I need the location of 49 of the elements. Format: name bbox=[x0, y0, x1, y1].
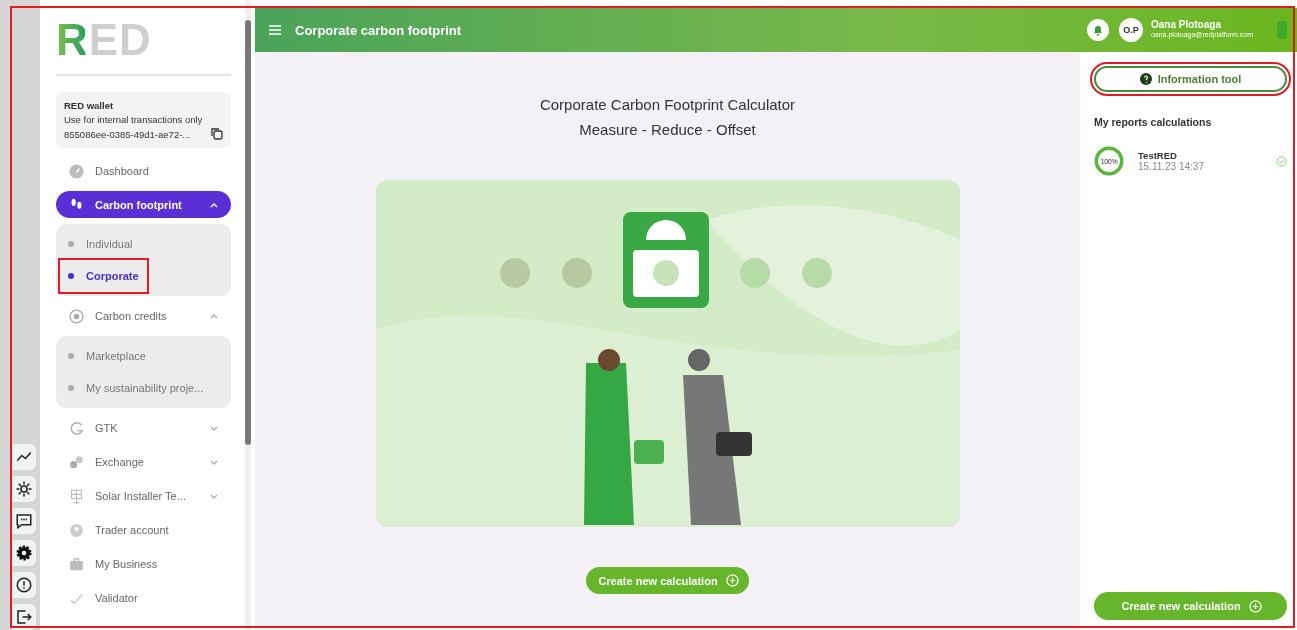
nav-item[interactable]: Exchange bbox=[56, 445, 231, 479]
report-date: 15.11.23 14:37 bbox=[1138, 161, 1205, 172]
copy-icon[interactable] bbox=[211, 128, 223, 140]
target-icon bbox=[68, 307, 85, 325]
nav-item[interactable]: Dashboard bbox=[56, 154, 231, 188]
gauge-icon bbox=[68, 162, 85, 180]
nav-subitem[interactable]: My sustainability proje... bbox=[56, 372, 231, 404]
plus-circle-icon bbox=[725, 574, 739, 587]
g-icon bbox=[68, 419, 85, 437]
nav-subitem[interactable]: Individual bbox=[56, 228, 231, 260]
user-name: Oana Plotoaga bbox=[1150, 20, 1222, 30]
nav-item[interactable]: GTK bbox=[56, 411, 231, 445]
user-avatar[interactable]: O.P bbox=[1118, 18, 1143, 42]
sun-icon bbox=[15, 480, 33, 498]
calculator-heading: Corporate Carbon Footprint Calculator bbox=[539, 96, 796, 113]
nav-item[interactable]: My Business bbox=[56, 547, 231, 581]
chat-icon bbox=[15, 512, 33, 530]
nav-item[interactable]: Carbon credits bbox=[56, 299, 231, 333]
nav-item[interactable]: Solar Installer Te... bbox=[56, 479, 231, 513]
nav-subitem[interactable]: Marketplace bbox=[56, 340, 231, 372]
page-title: Corporate carbon footprint bbox=[295, 22, 463, 38]
panel-icon bbox=[68, 487, 85, 505]
reports-heading: My reports calculations bbox=[1094, 116, 1213, 128]
report-name: TestRED bbox=[1138, 150, 1178, 161]
plus-circle-icon bbox=[1248, 599, 1262, 613]
help-icon bbox=[1139, 73, 1152, 85]
notification-button[interactable] bbox=[1086, 19, 1109, 41]
wallet-address: 855086ee-0385-49d1-ae72-... bbox=[64, 128, 191, 140]
nav-item[interactable]: Trader account bbox=[56, 513, 231, 547]
sidebar-tool-button[interactable] bbox=[12, 508, 36, 534]
bell-icon bbox=[1092, 24, 1103, 36]
sidebar-tool-button[interactable] bbox=[12, 540, 36, 566]
nav-item[interactable]: Validator bbox=[56, 581, 231, 615]
nav-item[interactable]: Carbon footprint bbox=[56, 191, 231, 218]
calculator-subheading: Measure - Reduce - Offset bbox=[579, 121, 756, 138]
settings-icon bbox=[15, 544, 33, 562]
wallet-title: RED wallet bbox=[64, 100, 115, 111]
sidebar-tool-button[interactable] bbox=[12, 604, 36, 630]
wallet-subtitle: Use for internal transactions only bbox=[64, 114, 204, 125]
sidebar-tool-button[interactable] bbox=[12, 572, 36, 598]
nav-subitem[interactable]: Corporate bbox=[60, 260, 147, 292]
logout-icon bbox=[15, 608, 33, 626]
bubbles-icon bbox=[68, 453, 85, 471]
alert-icon bbox=[15, 576, 33, 594]
briefcase-icon bbox=[68, 555, 85, 573]
user-icon bbox=[68, 521, 85, 539]
sidebar-tool-button[interactable] bbox=[12, 444, 36, 470]
scrollbar-thumb[interactable] bbox=[245, 20, 251, 445]
sidebar-tool-button[interactable] bbox=[12, 476, 36, 502]
